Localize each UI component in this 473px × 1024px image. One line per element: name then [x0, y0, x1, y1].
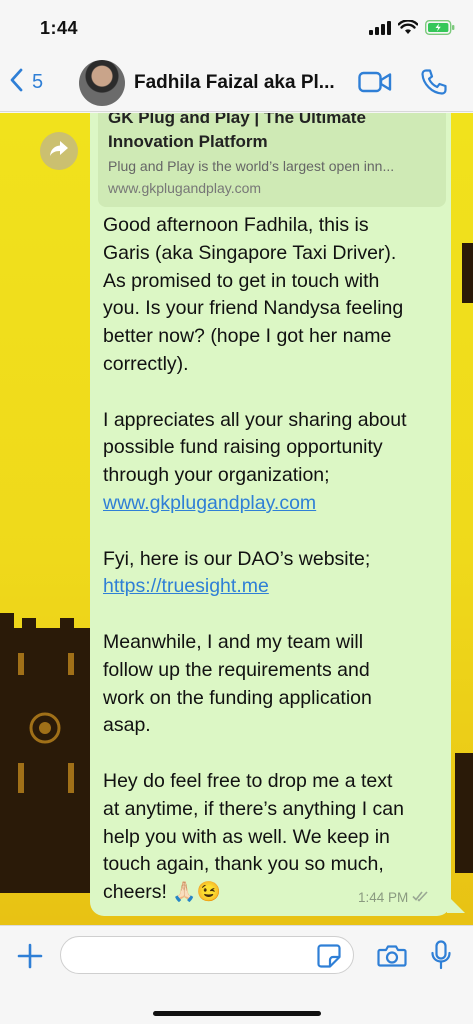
message-line: better now? (hope I got her name — [103, 325, 392, 348]
message-line: touch again, thank you so much, — [103, 853, 384, 876]
unread-count: 5 — [32, 71, 44, 93]
message-time: 1:44 PM — [358, 890, 409, 905]
preview-url: www.gkplugandplay.com — [108, 180, 262, 196]
forward-icon — [49, 140, 69, 163]
phone-icon[interactable] — [420, 68, 448, 101]
message-line: you. Is your friend Nandysa feeling — [103, 297, 404, 320]
message-text: Good afternoon Fadhila, this is Garis (a… — [103, 212, 443, 907]
link-preview[interactable]: GK Plug and Play | The Ultimate Innovati… — [98, 113, 446, 207]
gkplugandplay-link[interactable]: www.gkplugandplay.com — [103, 492, 316, 514]
forward-button[interactable] — [40, 132, 78, 170]
message-line: Fyi, here is our DAO’s website; — [103, 547, 371, 570]
microphone-icon[interactable] — [430, 940, 452, 975]
read-receipt-icon — [412, 890, 430, 905]
message-line: Good afternoon Fadhila, this is — [103, 214, 369, 236]
chat-header: 5 Fadhila Faizal aka Pl... — [0, 56, 473, 112]
signal-icon — [369, 20, 391, 40]
truesight-link[interactable]: https://truesight.me — [103, 575, 269, 597]
home-indicator — [153, 1011, 321, 1016]
avatar[interactable] — [79, 60, 125, 106]
message-meta: 1:44 PM — [358, 890, 430, 905]
message-line: correctly). — [103, 352, 189, 375]
preview-title: GK Plug and Play | The Ultimate Innovati… — [108, 113, 366, 151]
message-line: asap. — [103, 714, 151, 737]
message-line: work on the funding application — [103, 686, 372, 709]
battery-icon — [424, 19, 455, 40]
message-line: follow up the requirements and — [103, 658, 370, 681]
sticker-icon[interactable] — [316, 943, 342, 974]
status-time: 1:44 — [40, 18, 79, 38]
preview-description: Plug and Play is the world’s largest ope… — [108, 158, 395, 174]
back-chevron-icon — [10, 68, 24, 97]
wifi-icon — [397, 19, 419, 40]
message-line: Garis (aka Singapore Taxi Driver). — [103, 241, 397, 264]
message-line: possible fund raising opportunity — [103, 436, 383, 459]
back-button[interactable]: 5 — [10, 68, 43, 97]
message-line: As promised to get in touch with — [103, 269, 380, 292]
video-call-icon[interactable] — [358, 70, 392, 99]
message-line: Meanwhile, I and my team will — [103, 630, 364, 653]
message-line: help you with as well. We keep in — [103, 825, 390, 848]
contact-name[interactable]: Fadhila Faizal aka Pl... — [134, 72, 346, 94]
message-line: through your organization; — [103, 464, 330, 487]
camera-icon[interactable] — [377, 944, 407, 973]
input-bar — [0, 925, 473, 1024]
status-icons — [369, 19, 455, 40]
message-line: Hey do feel free to drop me a text — [103, 769, 393, 792]
message-bubble[interactable]: GK Plug and Play | The Ultimate Innovati… — [90, 113, 451, 916]
plus-icon[interactable] — [16, 942, 44, 975]
chat-area[interactable]: GK Plug and Play | The Ultimate Innovati… — [0, 113, 473, 925]
message-line: I appreciates all your sharing about — [103, 408, 407, 431]
message-line: at anytime, if there’s anything I can — [103, 797, 404, 820]
status-bar: 1:44 — [0, 0, 473, 56]
message-input[interactable] — [60, 936, 354, 974]
